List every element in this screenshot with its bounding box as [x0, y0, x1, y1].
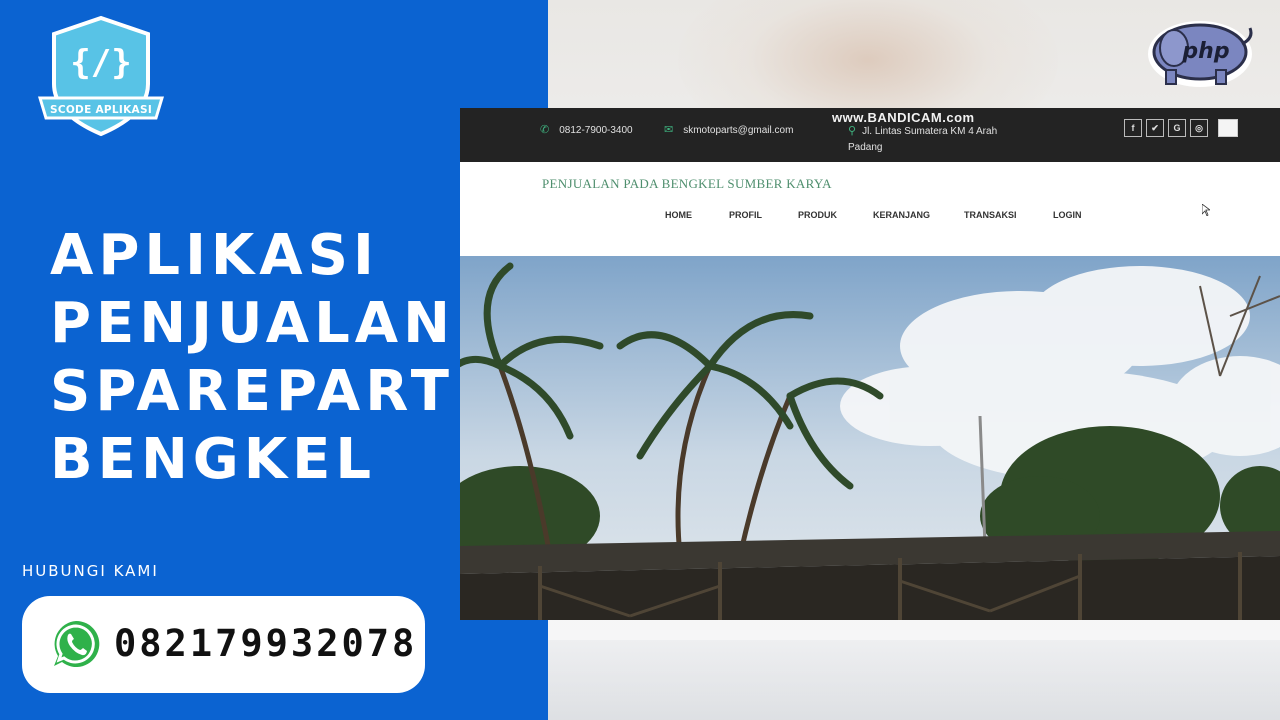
nav-keranjang[interactable]: KERANJANG: [873, 210, 930, 220]
php-elephant-icon: php: [1148, 21, 1253, 87]
twitter-icon[interactable]: ✔: [1146, 119, 1164, 137]
blurred-background-desk: [548, 640, 1280, 720]
nav-produk[interactable]: PRODUK: [798, 210, 837, 220]
topbar-address: ⚲ Jl. Lintas Sumatera KM 4 Arah Padang: [848, 123, 1018, 156]
website-topbar: ✆ 0812-7900-3400 ✉ skmotoparts@gmail.com ⚲…: [460, 108, 1280, 162]
php-logo-text: php: [1181, 39, 1229, 64]
phone-icon: ✆: [540, 124, 550, 136]
headline-line: SPAREPART: [50, 359, 454, 424]
website-screenshot: ✆ 0812-7900-3400 ✉ skmotoparts@gmail.com ⚲…: [460, 108, 1280, 620]
headline-line: APLIKASI: [50, 223, 379, 288]
nav-home[interactable]: HOME: [665, 210, 692, 220]
topbar-phone-text: 0812-7900-3400: [559, 125, 633, 136]
phone-number: 082179932078: [114, 622, 418, 665]
contact-label: HUBUNGI KAMI: [22, 562, 159, 580]
topbar-phone: ✆ 0812-7900-3400: [540, 123, 633, 136]
google-icon[interactable]: G: [1168, 119, 1186, 137]
headline-line: PENJUALAN: [50, 291, 455, 356]
location-pin-icon: ⚲: [848, 125, 857, 137]
instagram-icon[interactable]: ◎: [1190, 119, 1208, 137]
hero-photo: [460, 256, 1280, 620]
bandicam-watermark: www.BANDICAM.com: [832, 110, 975, 125]
code-braces-icon: {/}: [70, 43, 131, 83]
scode-aplikasi-logo: {/} SCODE APLIKASI: [37, 14, 165, 138]
whatsapp-icon: [54, 620, 100, 667]
envelope-icon: ✉: [664, 124, 674, 136]
mouse-cursor-icon: [1202, 204, 1210, 216]
nav-transaksi[interactable]: TRANSAKSI: [964, 210, 1017, 220]
shield-icon: {/}: [37, 15, 165, 137]
topbar-email-text: skmotoparts@gmail.com: [683, 125, 794, 136]
topbar-email: ✉ skmotoparts@gmail.com: [664, 123, 793, 136]
logo-label: SCODE APLIKASI: [49, 104, 153, 116]
whatsapp-contact-button[interactable]: 082179932078: [22, 596, 425, 693]
facebook-icon[interactable]: f: [1124, 119, 1142, 137]
headline-line: BENGKEL: [50, 427, 377, 492]
nav-profil[interactable]: PROFIL: [729, 210, 762, 220]
site-brand-title[interactable]: PENJUALAN PADA BENGKEL SUMBER KARYA: [542, 176, 832, 192]
nav-login[interactable]: LOGIN: [1053, 210, 1082, 220]
site-badge-icon: [1218, 119, 1238, 137]
topbar-address-text: Jl. Lintas Sumatera KM 4 Arah Padang: [848, 126, 998, 153]
headline: APLIKASI PENJUALAN SPAREPART BENGKEL: [50, 222, 530, 494]
